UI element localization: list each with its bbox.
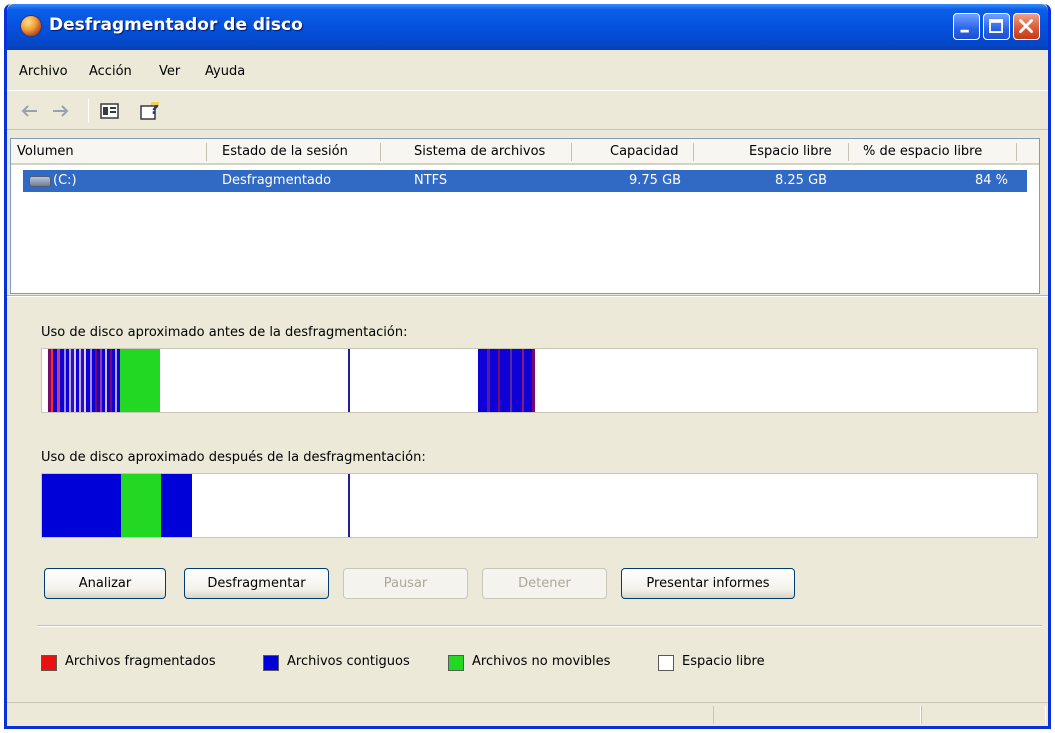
cell-capacity: 9.75 GB [629,173,682,188]
before-defrag-map [41,348,1038,413]
column-header-porcentaje[interactable]: % de espacio libre [863,144,982,159]
reports-button[interactable]: Presentar informes [621,568,795,599]
map-segment [121,474,161,537]
column-header-capacidad[interactable]: Capacidad [610,144,679,159]
column-header-estado[interactable]: Estado de la sesión [222,144,348,159]
legend-contiguous-label: Archivos contiguos [287,654,410,669]
menu-ver[interactable]: Ver [159,64,180,79]
menu-archivo[interactable]: Archivo [19,64,68,79]
back-arrow-icon[interactable] [19,100,41,122]
legend-unmovable-label: Archivos no movibles [472,654,611,669]
status-bar [7,702,1048,726]
maximize-icon [989,19,1003,33]
map-segment [524,349,532,412]
window-title: Desfragmentador de disco [49,15,303,35]
map-marker [348,349,350,412]
analyze-button[interactable]: Analizar [44,568,166,599]
map-segment [512,349,522,412]
panel-separator [7,295,1048,297]
cell-free-space: 8.25 GB [775,173,828,188]
map-segment [500,349,510,412]
column-header-volumen[interactable]: Volumen [17,144,74,159]
legend-free-label: Espacio libre [682,654,765,669]
map-segment [42,474,121,537]
column-divider[interactable] [571,143,572,161]
before-defrag-label: Uso de disco aproximado antes de la desf… [41,325,408,340]
volume-list[interactable]: Volumen Estado de la sesión Sistema de a… [10,138,1040,294]
column-divider[interactable] [380,143,381,161]
column-header-sistema[interactable]: Sistema de archivos [414,144,545,159]
after-defrag-label: Uso de disco aproximado después de la de… [41,450,426,465]
defragmenter-window: Desfragmentador de disco Archivo Acción … [4,4,1051,729]
map-marker [348,474,350,537]
pause-button[interactable]: Pausar [343,568,468,599]
title-bar[interactable]: Desfragmentador de disco [7,4,1048,50]
minimize-icon [960,29,969,33]
close-button[interactable] [1013,13,1040,40]
map-segment [490,349,498,412]
stop-button[interactable]: Detener [482,568,607,599]
column-divider[interactable] [693,143,694,161]
map-segment [478,349,487,412]
toolbar-separator [88,99,89,123]
cell-filesystem: NTFS [414,173,448,188]
map-segment [161,474,192,537]
map-segment [120,349,160,412]
forward-arrow-icon[interactable] [49,100,71,122]
defragmenter-app-icon [20,15,42,37]
volume-row[interactable]: (C:) Desfragmentado NTFS 9.75 GB 8.25 GB… [23,170,1027,192]
column-divider[interactable] [1016,143,1017,161]
cell-status: Desfragmentado [222,173,332,188]
column-header-espacio-libre[interactable]: Espacio libre [749,144,832,159]
legend-fragmented-label: Archivos fragmentados [65,654,216,669]
unmovable-swatch [448,655,464,671]
toolbar: ? [7,90,1048,130]
minimize-button[interactable] [953,13,980,40]
cell-volume: (C:) [53,173,77,188]
column-divider[interactable] [206,143,207,161]
maximize-button[interactable] [983,13,1010,40]
cell-free-percent: 84 % [975,173,1009,188]
status-pane [713,706,921,724]
menu-ayuda[interactable]: Ayuda [205,64,245,79]
after-defrag-map [41,473,1038,538]
help-icon[interactable]: ? [139,100,161,122]
fragmented-swatch [41,655,57,671]
defragment-button[interactable]: Desfragmentar [184,568,329,599]
menu-bar: Archivo Acción Ver Ayuda [7,50,1048,90]
menu-accion[interactable]: Acción [89,64,132,79]
close-icon [1019,19,1033,33]
status-pane [921,706,1046,724]
contiguous-swatch [263,655,279,671]
column-divider[interactable] [848,143,849,161]
properties-icon[interactable] [99,100,121,122]
map-segment [532,349,535,412]
free-swatch [658,655,674,671]
legend-separator [37,625,1042,627]
hard-disk-icon [29,176,51,187]
list-header: Volumen Estado de la sesión Sistema de a… [11,139,1039,165]
